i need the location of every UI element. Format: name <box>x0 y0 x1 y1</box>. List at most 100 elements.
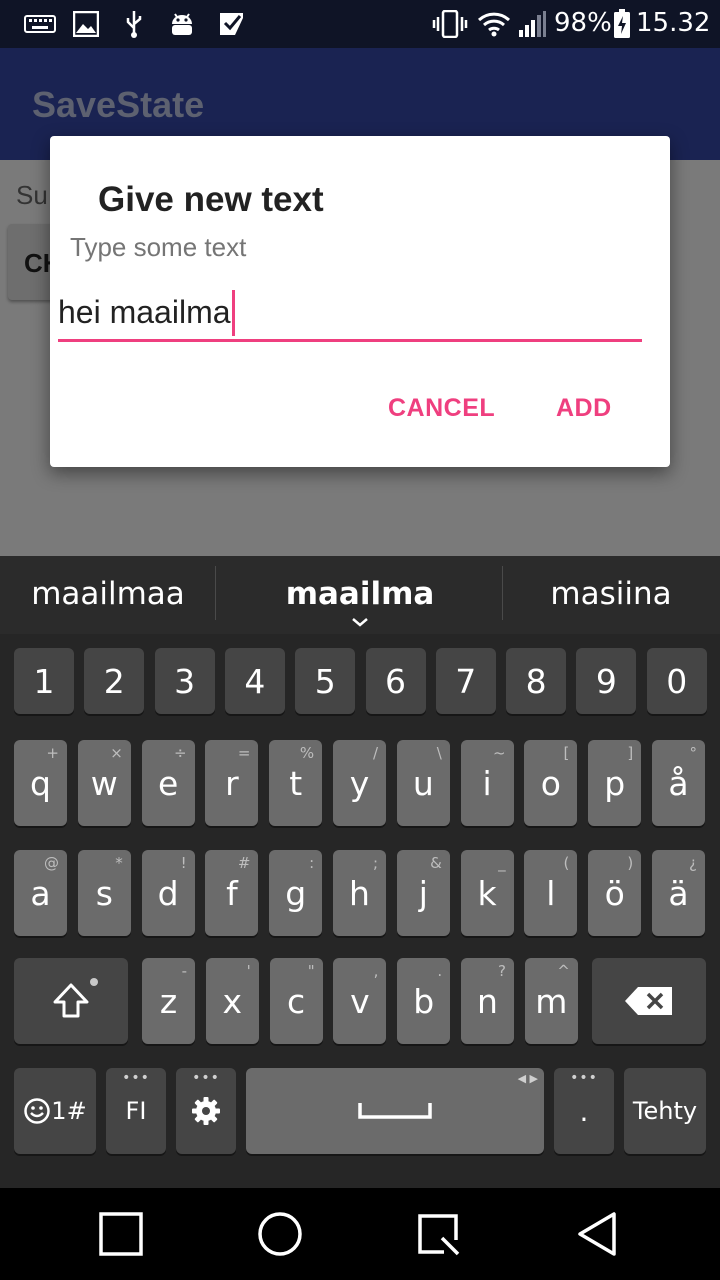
key-f[interactable]: # f <box>205 850 259 936</box>
key-w[interactable]: × w <box>77 740 131 826</box>
language-key-label: FI <box>125 1097 147 1125</box>
key-k[interactable]: _ k <box>460 850 514 936</box>
chevron-down-icon[interactable] <box>350 616 370 628</box>
shift-indicator <box>90 978 98 986</box>
key-label: ö <box>604 873 625 913</box>
key-hint: ° <box>689 744 698 762</box>
number-key-2[interactable]: 2 <box>84 648 145 714</box>
checkbox-icon <box>216 10 246 38</box>
key-b[interactable]: .b <box>397 958 451 1044</box>
key-hint: - <box>181 962 187 980</box>
done-key[interactable]: Tehty <box>624 1068 706 1154</box>
key-n[interactable]: ? n <box>461 958 514 1044</box>
more-dots-icon: ••• <box>192 1070 220 1086</box>
number-key-3[interactable]: 3 <box>154 648 215 714</box>
text-input-value: hei maailma <box>58 294 231 330</box>
space-key[interactable]: ◀ ▶ <box>246 1068 544 1154</box>
key-hint: _ <box>498 854 506 872</box>
key-label: 2 <box>103 661 125 701</box>
key-z[interactable]: -z <box>142 958 195 1044</box>
key-label: k <box>477 873 497 913</box>
key-r[interactable]: = r <box>205 740 259 826</box>
backspace-key[interactable] <box>592 958 706 1044</box>
cursor-arrows-icon: ◀ ▶ <box>517 1072 538 1085</box>
key-ä[interactable]: ¿ ä <box>652 850 705 936</box>
key-a[interactable]: @ a <box>14 850 67 936</box>
key-label: f <box>226 873 238 913</box>
more-dots-icon: ••• <box>570 1070 598 1086</box>
key-hint: % <box>299 744 315 762</box>
key-å[interactable]: ° å <box>652 740 705 826</box>
vibrate-icon <box>432 10 468 38</box>
key-hint: ¿ <box>689 854 697 872</box>
key-c[interactable]: " c <box>269 958 323 1044</box>
number-key-1[interactable]: 1 <box>14 648 74 714</box>
key-q[interactable]: + q <box>14 740 67 826</box>
suggestion-left[interactable]: maailmaa <box>10 576 206 612</box>
key-label: 3 <box>174 661 196 701</box>
body-label: Su <box>16 180 48 210</box>
shift-icon <box>53 983 89 1018</box>
key-label: w <box>90 763 118 803</box>
number-key-9[interactable]: 9 <box>576 648 637 714</box>
number-key-7[interactable]: 7 <box>435 648 496 714</box>
key-hint: * <box>115 854 123 872</box>
key-hint: ( <box>563 854 570 872</box>
key-i[interactable]: ~ i <box>460 740 514 826</box>
key-e[interactable]: ÷ e <box>141 740 195 826</box>
settings-key[interactable]: ••• <box>176 1068 236 1154</box>
recents-square-icon[interactable] <box>95 1208 147 1260</box>
key-y[interactable]: / y <box>333 740 386 826</box>
number-key-8[interactable]: 8 <box>506 648 567 714</box>
key-m[interactable]: ^ m <box>524 958 578 1044</box>
key-label: l <box>546 873 556 913</box>
number-key-0[interactable]: 0 <box>646 648 707 714</box>
gear-icon <box>192 1097 220 1125</box>
shift-key[interactable] <box>14 958 128 1044</box>
key-u[interactable]: \ u <box>396 740 450 826</box>
key-o[interactable]: [o <box>524 740 578 826</box>
key-hint: ^ <box>557 962 570 980</box>
key-hint: ' <box>246 962 251 980</box>
home-circle-icon[interactable] <box>254 1208 306 1260</box>
key-label: 6 <box>385 661 406 701</box>
key-label: o <box>540 763 561 803</box>
key-label: ä <box>668 873 689 913</box>
key-label: r <box>225 763 239 803</box>
emoji-icon <box>24 1098 51 1124</box>
key-label: b <box>413 981 435 1021</box>
key-p[interactable]: ] p <box>588 740 642 826</box>
key-j[interactable]: & j <box>396 850 450 936</box>
key-label: 7 <box>455 661 477 701</box>
text-input-field[interactable]: hei maailma <box>58 286 642 342</box>
key-d[interactable]: ! d <box>141 850 195 936</box>
key-ö[interactable]: ) ö <box>588 850 642 936</box>
key-h[interactable]: ; h <box>333 850 386 936</box>
number-key-4[interactable]: 4 <box>224 648 285 714</box>
back-triangle-icon[interactable] <box>572 1208 624 1260</box>
key-label: n <box>477 981 498 1021</box>
period-key-label: . <box>579 1094 589 1128</box>
number-key-5[interactable]: 5 <box>295 648 356 714</box>
screenshot-icon[interactable] <box>412 1208 464 1260</box>
key-g[interactable]: :g <box>269 850 323 936</box>
key-v[interactable]: ,v <box>333 958 387 1044</box>
language-key[interactable]: ••• FI <box>106 1068 166 1154</box>
key-hint: ~ <box>493 744 506 762</box>
cancel-button[interactable]: CANCEL <box>388 394 495 423</box>
emoji-symbols-key[interactable]: 1# <box>14 1068 96 1154</box>
key-label: 5 <box>314 661 336 701</box>
key-s[interactable]: * s <box>77 850 131 936</box>
key-label: u <box>412 763 434 803</box>
suggestion-center[interactable]: maailma <box>218 576 502 612</box>
suggestion-right[interactable]: masiina <box>510 576 712 612</box>
key-hint: + <box>46 744 59 762</box>
number-key-6[interactable]: 6 <box>365 648 426 714</box>
key-x[interactable]: ' x <box>205 958 259 1044</box>
key-l[interactable]: (l <box>524 850 578 936</box>
add-button[interactable]: ADD <box>556 394 612 423</box>
period-key[interactable]: ••• . <box>554 1068 614 1154</box>
android-debug-icon <box>166 10 198 38</box>
key-hint: & <box>430 854 442 872</box>
key-t[interactable]: % t <box>269 740 323 826</box>
